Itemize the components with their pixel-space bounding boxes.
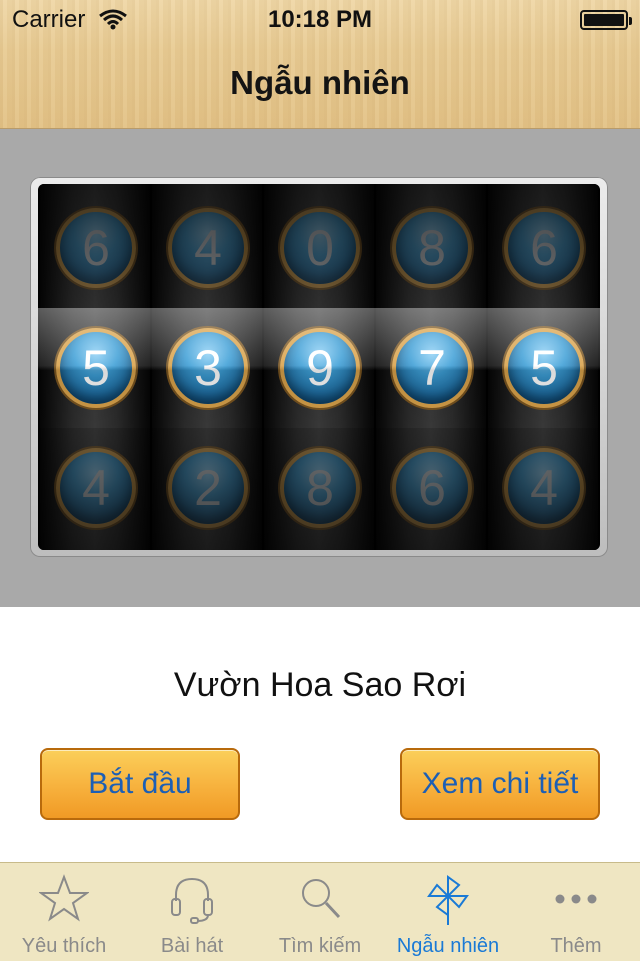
- reel-4-middle-digit: 7: [392, 328, 472, 408]
- reel-3-middle-digit: 9: [280, 328, 360, 408]
- status-bar: Carrier 10:18 PM: [0, 0, 640, 40]
- nav-header: Carrier 10:18 PM Ngẫu nhiên: [0, 0, 640, 129]
- reel-2-bottom-digit: 2: [168, 448, 248, 528]
- star-icon: [37, 871, 91, 925]
- battery-icon: [580, 10, 632, 30]
- slot-machine-frame: 6 4 0 8 6 5 3 9 7 5 4 2 8 6 4: [30, 177, 608, 557]
- reel-4-bottom-digit: 6: [392, 448, 472, 528]
- reel-2-middle-digit: 3: [168, 328, 248, 408]
- reel-1-top-digit: 6: [56, 208, 136, 288]
- clock: 10:18 PM: [267, 6, 373, 33]
- slot-machine-reels: 6 4 0 8 6 5 3 9 7 5 4 2 8 6 4: [38, 184, 600, 550]
- tab-favorites-label: Yêu thích: [21, 935, 107, 957]
- search-icon: [295, 871, 345, 925]
- reel-1-middle-digit: 5: [56, 328, 136, 408]
- view-detail-button[interactable]: Xem chi tiết: [400, 748, 600, 820]
- tab-favorites[interactable]: Yêu thích: [0, 863, 128, 961]
- tab-search-label: Tìm kiếm: [278, 935, 362, 957]
- tab-songs[interactable]: Bài hát: [128, 863, 256, 961]
- reel-4-top-digit: 8: [392, 208, 472, 288]
- page-title: Ngẫu nhiên: [230, 64, 410, 101]
- reel-1-bottom-digit: 4: [56, 448, 136, 528]
- start-button[interactable]: Bắt đầu: [40, 748, 240, 820]
- reel-3-bottom-digit: 8: [280, 448, 360, 528]
- tab-more[interactable]: Thêm: [512, 863, 640, 961]
- more-icon: [551, 871, 601, 925]
- slot-machine-area: 6 4 0 8 6 5 3 9 7 5 4 2 8 6 4: [0, 129, 640, 607]
- reel-3-top-digit: 0: [280, 208, 360, 288]
- tab-random-label: Ngẫu nhiên: [396, 935, 500, 957]
- reel-5-middle-digit: 5: [504, 328, 584, 408]
- tab-songs-label: Bài hát: [160, 935, 224, 957]
- song-title: Vườn Hoa Sao Rơi: [173, 666, 467, 704]
- tab-bar: Yêu thích Bài hát Tìm kiếm Ngẫu nhiên Th…: [0, 862, 640, 961]
- tab-random[interactable]: Ngẫu nhiên: [384, 863, 512, 961]
- pinwheel-icon: [423, 871, 473, 925]
- headphones-icon: [167, 871, 217, 925]
- tab-more-label: Thêm: [550, 935, 602, 957]
- reel-5-bottom-digit: 4: [504, 448, 584, 528]
- tab-search[interactable]: Tìm kiếm: [256, 863, 384, 961]
- reel-2-top-digit: 4: [168, 208, 248, 288]
- reel-5-top-digit: 6: [504, 208, 584, 288]
